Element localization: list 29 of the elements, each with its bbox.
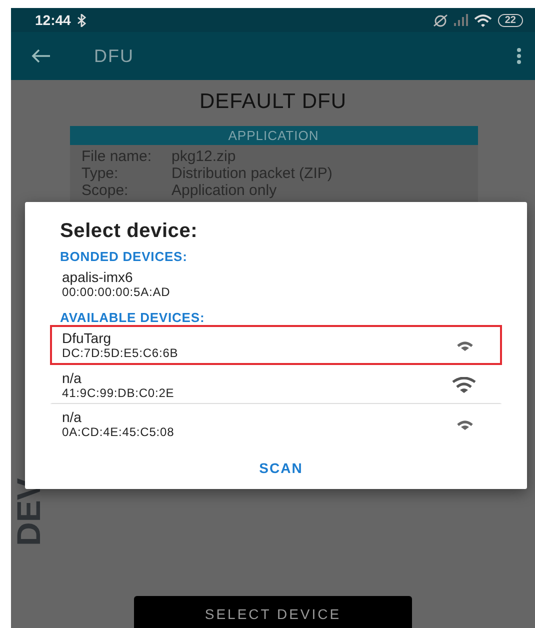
- wifi-icon: [474, 14, 492, 26]
- battery-indicator: 22: [498, 14, 523, 26]
- signal-strength-icon: [452, 376, 476, 394]
- device-address: 0A:CD:4E:45:C5:08: [62, 425, 174, 439]
- section-header: BONDED DEVICES:: [60, 249, 188, 264]
- device-name: DfuTarg: [62, 330, 112, 346]
- alarm-off-icon: [432, 14, 448, 26]
- panel-header: APPLICATION: [70, 126, 478, 145]
- device-item[interactable]: DfuTarg DC:7D:5D:E5:C6:6B: [50, 325, 502, 365]
- page-heading: DEFAULT DFU: [199, 90, 347, 114]
- device-address: 41:9C:99:DB:C0:2E: [62, 386, 174, 400]
- app-title: DFU: [94, 46, 135, 66]
- device-name: n/a: [62, 370, 82, 386]
- dialog-title: Select device:: [60, 220, 198, 243]
- more-menu-icon[interactable]: [517, 48, 521, 64]
- bluetooth-icon: [76, 14, 86, 26]
- scan-button[interactable]: SCAN: [251, 456, 311, 480]
- device-address: DC:7D:5D:E5:C6:6B: [62, 346, 178, 360]
- device-item[interactable]: n/a 41:9C:99:DB:C0:2E: [50, 365, 502, 404]
- device-item[interactable]: n/a 0A:CD:4E:45:C5:08: [50, 404, 502, 444]
- signal-icon: [454, 14, 468, 26]
- device-item[interactable]: apalis-imx6 00:00:00:00:5A:AD: [50, 264, 502, 304]
- select-device-button[interactable]: SELECT DEVICE: [134, 596, 412, 628]
- section-header: AVAILABLE DEVICES:: [60, 310, 205, 325]
- device-name: apalis-imx6: [62, 269, 134, 285]
- device-address: 00:00:00:00:5A:AD: [62, 285, 170, 299]
- status-time: 12:44: [35, 12, 71, 28]
- back-arrow-icon[interactable]: [31, 49, 51, 63]
- device-name: n/a: [62, 409, 82, 425]
